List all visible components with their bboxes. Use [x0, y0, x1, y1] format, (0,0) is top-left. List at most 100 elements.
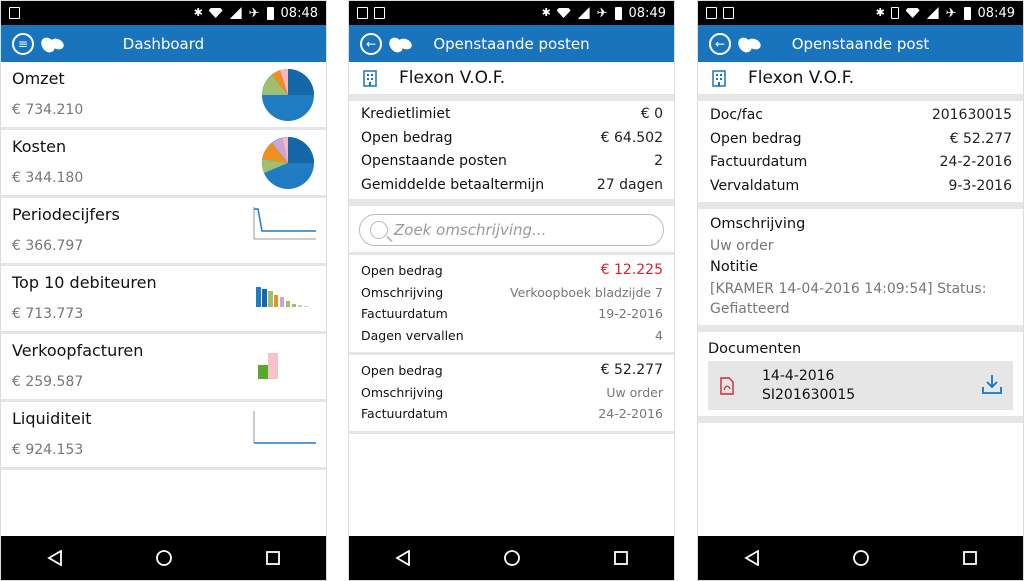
- airplane-icon: ✈: [248, 5, 260, 21]
- dashboard-item-periodecijfers[interactable]: Periodecijfers € 366.797: [1, 198, 326, 266]
- divider: [698, 202, 1023, 209]
- app-bar: ← Openstaande post: [698, 25, 1023, 62]
- dashboard-item-top10[interactable]: Top 10 debiteuren € 713.773: [1, 266, 326, 334]
- document-card[interactable]: 14-4-2016 SI201630015: [708, 361, 1013, 410]
- detail-label: Factuurdatum: [710, 154, 808, 170]
- search-placeholder: Zoek omschrijving...: [394, 221, 547, 239]
- home-icon[interactable]: [503, 549, 521, 567]
- post-value: 19-2-2016: [598, 306, 663, 321]
- building-icon: [712, 70, 726, 87]
- back-arrow-icon[interactable]: ←: [709, 32, 731, 55]
- sim-icon: [374, 7, 385, 19]
- detail-label: Vervaldatum: [710, 177, 800, 194]
- clock: 08:48: [280, 5, 318, 21]
- home-icon[interactable]: [852, 549, 870, 567]
- post-label: Omschrijving: [361, 284, 444, 300]
- logo-icon: [737, 35, 763, 53]
- phone-dashboard: ✱ ✈ 08:48 ≡ Dashboard Omzet € 734.210 Ko…: [0, 0, 327, 581]
- search-input[interactable]: Zoek omschrijving...: [359, 214, 664, 246]
- detail-value: 9-3-2016: [948, 177, 1012, 194]
- signal-icon: [577, 7, 590, 19]
- download-icon[interactable]: [981, 373, 1003, 395]
- status-bar: ✱ ✈ 08:49: [698, 1, 1023, 25]
- recent-apps-icon[interactable]: [962, 551, 977, 565]
- status-bar: ✱ ✈ 08:48: [1, 1, 326, 25]
- post-label: Open bedrag: [361, 363, 443, 378]
- company-name: Flexon V.O.F.: [399, 68, 506, 88]
- nav-bar: [698, 536, 1023, 580]
- company-name: Flexon V.O.F.: [748, 68, 855, 88]
- logo-icon: [388, 35, 414, 53]
- divider: [349, 199, 674, 206]
- list-item[interactable]: Open bedrag € 52.277 Omschrijving Uw order…: [349, 355, 674, 434]
- nav-bar: [349, 536, 674, 580]
- dashboard-item-verkoopfacturen[interactable]: Verkoopfacturen € 259.587: [1, 334, 326, 402]
- back-icon[interactable]: [744, 550, 760, 566]
- wifi-icon: [905, 8, 920, 18]
- summary-row: Kredietlimiet € 0: [349, 103, 674, 127]
- back-icon[interactable]: [47, 550, 63, 566]
- post-value: 24-2-2016: [598, 406, 663, 421]
- back-icon[interactable]: [395, 550, 411, 566]
- dashboard-item-omzet[interactable]: Omzet € 734.210: [1, 62, 326, 130]
- documenten-label: Documenten: [708, 341, 802, 357]
- recent-apps-icon[interactable]: [265, 551, 280, 565]
- airplane-icon: ✈: [945, 5, 957, 21]
- signal-icon: [926, 7, 939, 19]
- description-block: Omschrijving Uw order Notitie [KRAMER 14…: [698, 209, 1023, 325]
- post-label: Dagen vervallen: [361, 327, 464, 343]
- sim-icon: [723, 7, 734, 19]
- status-bar: ✱ ✈ 08:49: [349, 1, 674, 25]
- documents-block: Documenten 14-4-2016 SI201630015: [698, 332, 1023, 416]
- summary-row: Openstaande posten 2: [349, 150, 674, 174]
- detail-row: Open bedrag € 52.277: [698, 128, 1023, 152]
- post-label: Factuurdatum: [361, 306, 448, 321]
- post-label: Open bedrag: [361, 263, 443, 278]
- app-bar: ≡ Dashboard: [1, 25, 326, 62]
- summary-label: Gemiddelde betaaltermijn: [361, 176, 545, 193]
- summary-label: Kredietlimiet: [361, 106, 451, 122]
- post-value: Uw order: [606, 384, 663, 400]
- summary-row: Gemiddelde betaaltermijn 27 dagen: [349, 174, 674, 198]
- post-label: Omschrijving: [361, 384, 444, 400]
- divider: [698, 416, 1023, 423]
- pdf-icon: [720, 376, 734, 395]
- phone-openstaande-post: ✱ ✈ 08:49 ← Openstaande post Flexon V.O.…: [697, 0, 1024, 581]
- line-chart-icon: [253, 411, 316, 444]
- bluetooth-icon: ✱: [875, 6, 885, 19]
- dashboard-item-liquiditeit[interactable]: Liquiditeit € 924.153: [1, 402, 326, 470]
- back-arrow-icon[interactable]: ←: [360, 32, 382, 55]
- detail-value: 24-2-2016: [939, 154, 1012, 170]
- post-value: Verkoopboek bladzijde 7: [510, 284, 663, 300]
- bar-chart-icon: [258, 353, 278, 379]
- logo-icon: [40, 35, 66, 53]
- detail-block: Doc/fac 201630015 Open bedrag € 52.277 Fac…: [698, 101, 1023, 202]
- signal-icon: [229, 7, 242, 19]
- nav-bar: [1, 536, 326, 580]
- recent-apps-icon[interactable]: [613, 551, 628, 565]
- bar-chart-icon: [256, 287, 308, 307]
- image-icon: [706, 7, 717, 19]
- summary-value: 2: [654, 153, 663, 169]
- home-icon[interactable]: [155, 549, 173, 567]
- clock: 08:49: [977, 5, 1015, 21]
- company-header: Flexon V.O.F.: [349, 62, 674, 94]
- post-amount: € 52.277: [600, 362, 663, 378]
- omschrijving-label: Omschrijving: [710, 216, 806, 232]
- divider: [698, 94, 1023, 101]
- omschrijving-text: Uw order: [710, 238, 774, 254]
- notitie-label: Notitie: [710, 259, 759, 275]
- detail-row: Doc/fac 201630015: [698, 104, 1023, 128]
- document-date: 14-4-2016: [762, 367, 835, 384]
- pie-chart-icon: [262, 68, 314, 121]
- dashboard-item-kosten[interactable]: Kosten € 344.180: [1, 130, 326, 198]
- list-item[interactable]: Open bedrag € 12.225 Omschrijving Verkoopb…: [349, 255, 674, 355]
- bluetooth-icon: ✱: [193, 6, 203, 19]
- clock: 08:49: [628, 5, 666, 21]
- wifi-icon: [208, 8, 223, 18]
- wifi-icon: [556, 8, 571, 18]
- post-value: 4: [655, 327, 663, 343]
- menu-icon[interactable]: ≡: [12, 32, 34, 55]
- dashboard-list: Omzet € 734.210 Kosten € 344.180 Periode…: [1, 62, 326, 470]
- bluetooth-icon: ✱: [541, 6, 551, 19]
